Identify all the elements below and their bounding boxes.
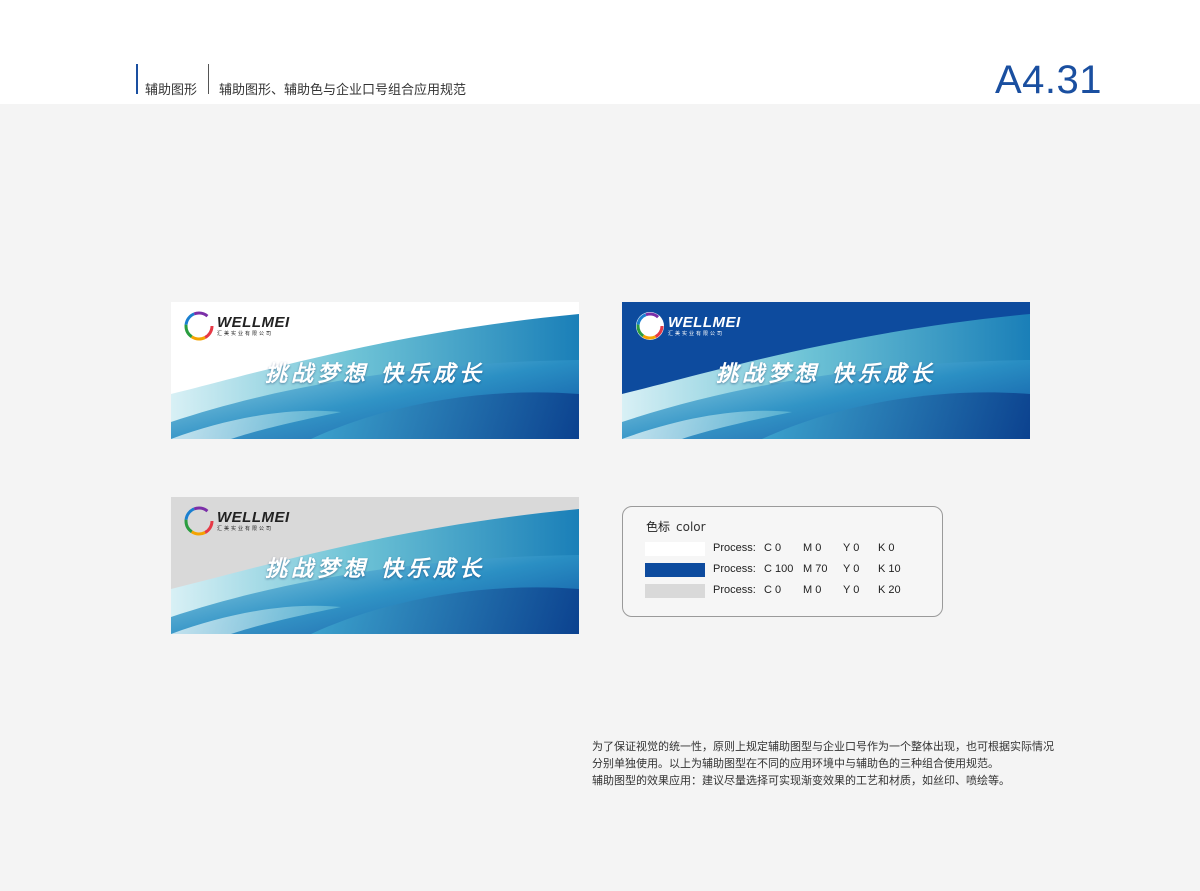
slogan: 挑战梦想 快乐成长 — [716, 361, 936, 387]
process-label: Process: — [713, 563, 756, 575]
brand-logo: WELLMEI 汇美实业有限公司 — [184, 506, 290, 536]
brand-name: WELLMEI — [217, 314, 290, 331]
legend-row: Process: C 0 M 0 Y 0 K 0 — [645, 541, 895, 556]
brand-name: WELLMEI — [668, 314, 741, 331]
color-swatch-blue — [645, 562, 705, 577]
header-accent-line — [136, 64, 138, 94]
brand-subname: 汇美实业有限公司 — [217, 331, 274, 337]
legend-title: 色标 color — [646, 518, 706, 535]
color-swatch-gray — [645, 583, 705, 598]
logo-swirl-icon — [184, 311, 214, 341]
brand-subname: 汇美实业有限公司 — [668, 331, 725, 337]
legend-title-en: color — [676, 520, 706, 534]
page-subtitle: 辅助图形、辅助色与企业口号组合应用规范 — [219, 83, 467, 98]
cmyk-c: C 0 — [764, 584, 782, 596]
legend-title-cn: 色标 — [646, 520, 671, 534]
cmyk-m: M 0 — [803, 542, 822, 554]
process-label: Process: — [713, 542, 756, 554]
brand-logo: WELLMEI 汇美实业有限公司 — [635, 311, 741, 341]
note-line: 为了保证视觉的统一性，原则上规定辅助图型与企业口号作为一个整体出现，也可根据实际… — [592, 740, 1054, 753]
usage-notes: 为了保证视觉的统一性，原则上规定辅助图型与企业口号作为一个整体出现，也可根据实际… — [592, 738, 1132, 789]
cmyk-k: K 10 — [878, 563, 901, 575]
note-line: 分别单独使用。以上为辅助图型在不同的应用环境中与辅助色的三种组合使用规范。 — [592, 757, 999, 770]
cmyk-y: Y 0 — [843, 542, 860, 554]
cmyk-k: K 0 — [878, 542, 895, 554]
brand-name: WELLMEI — [217, 509, 290, 526]
note-line: 辅助图型的效果应用：建议尽量选择可实现渐变效果的工艺和材质，如丝印、喷绘等。 — [592, 774, 1010, 787]
cmyk-c: C 0 — [764, 542, 782, 554]
banner-blue: WELLMEI 汇美实业有限公司 挑战梦想 快乐成长 — [622, 302, 1030, 439]
color-legend: 色标 color Process: C 0 M 0 Y 0 K 0 Process… — [622, 506, 943, 617]
legend-row: Process: C 100 M 70 Y 0 K 10 — [645, 562, 901, 577]
cmyk-y: Y 0 — [843, 563, 860, 575]
cmyk-y: Y 0 — [843, 584, 860, 596]
cmyk-c: C 100 — [764, 563, 794, 575]
process-label: Process: — [713, 584, 756, 596]
color-swatch-white — [645, 541, 705, 556]
logo-swirl-icon — [184, 506, 214, 536]
banner-white: WELLMEI 汇美实业有限公司 挑战梦想 快乐成长 — [171, 302, 579, 439]
page-code: A4.31 — [994, 58, 1102, 102]
banner-gray: WELLMEI 汇美实业有限公司 挑战梦想 快乐成长 — [171, 497, 579, 634]
cmyk-k: K 20 — [878, 584, 901, 596]
slogan: 挑战梦想 快乐成长 — [265, 556, 485, 582]
logo-swirl-icon — [636, 312, 664, 340]
brand-logo: WELLMEI 汇美实业有限公司 — [184, 311, 290, 341]
slogan: 挑战梦想 快乐成长 — [265, 361, 485, 387]
brand-subname: 汇美实业有限公司 — [217, 526, 274, 532]
cmyk-m: M 70 — [803, 563, 828, 575]
cmyk-m: M 0 — [803, 584, 822, 596]
header-divider — [208, 64, 209, 94]
legend-row: Process: C 0 M 0 Y 0 K 20 — [645, 583, 901, 598]
section-title: 辅助图形 — [145, 83, 198, 98]
